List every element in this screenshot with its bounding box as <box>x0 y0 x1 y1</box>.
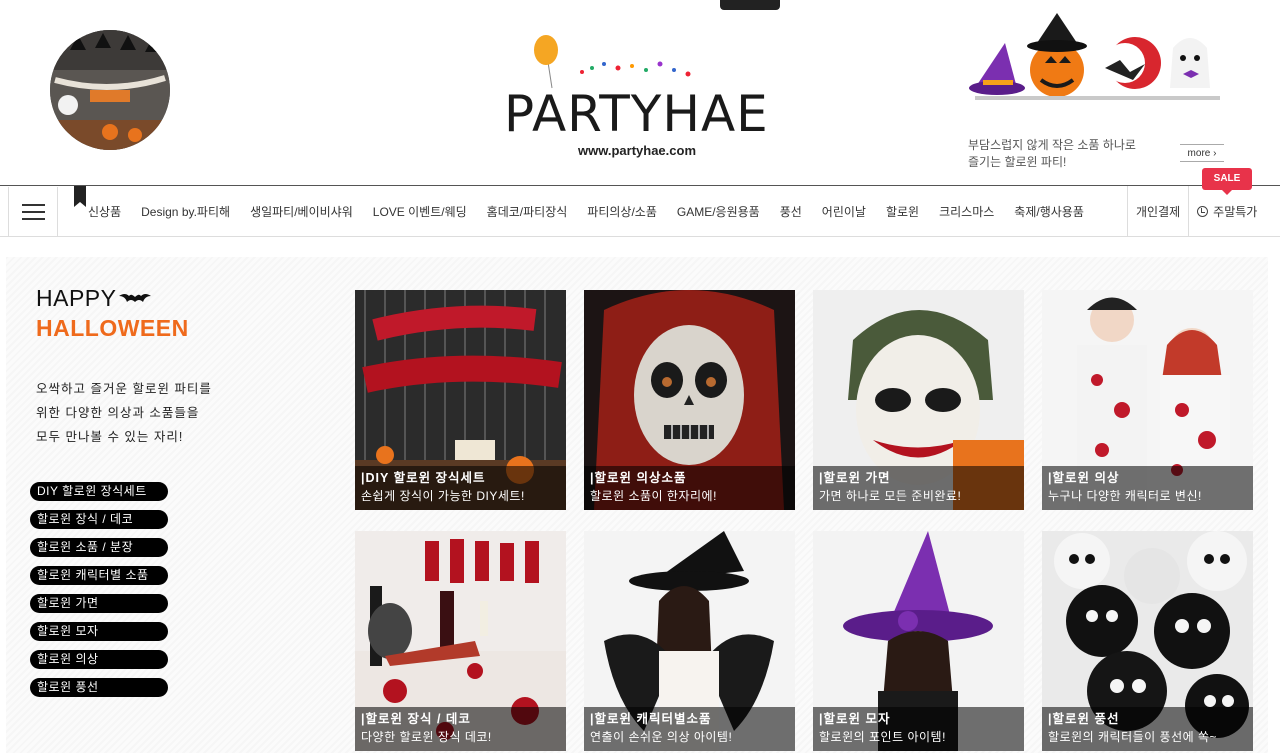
product-subtitle: 할로윈 소품이 한자리에! <box>590 489 717 503</box>
product-caption: |할로윈 장식 / 데코 다양한 할로윈 장식 데코! <box>355 707 566 751</box>
nav-item-design[interactable]: Design by.파티해 <box>131 203 240 220</box>
product-subtitle: 할로윈의 포인트 아이템! <box>819 730 946 744</box>
category-pill-masks[interactable]: 할로윈 가면 <box>30 594 168 613</box>
section-title-line2: HALLOWEEN <box>36 315 189 341</box>
product-title: |할로윈 의상 <box>1048 471 1120 485</box>
section-description-line2: 위한 다양한 의상과 소품들을 <box>36 406 200 420</box>
section-title-line1: HAPPY <box>36 285 117 311</box>
section-description-line1: 오싹하고 즐거운 할로윈 파티를 <box>36 382 212 396</box>
product-caption: |할로윈 의상 누구나 다양한 캐릭터로 변신! <box>1042 466 1253 510</box>
halloween-decor-thumbnail[interactable] <box>50 30 170 150</box>
halloween-hairpin-promo-image[interactable] <box>965 8 1230 118</box>
product-card-hats[interactable]: |할로윈 모자 할로윈의 포인트 아이템! <box>813 531 1024 751</box>
halloween-section: HAPPY HALLOWEEN 오싹하고 즐거운 할로윈 파티를 위한 다양한 … <box>6 257 1268 753</box>
product-caption: |할로윈 모자 할로윈의 포인트 아이템! <box>813 707 1024 751</box>
product-caption: |할로윈 가면 가면 하나로 모든 준비완료! <box>813 466 1024 510</box>
top-toggle-tab[interactable] <box>720 0 780 10</box>
site-logo[interactable]: PARTYHAE www.partyhae.com <box>500 30 780 160</box>
product-subtitle: 할로윈의 캐릭터들이 풍선에 쏙~ <box>1048 730 1218 744</box>
product-title: |할로윈 가면 <box>819 471 891 485</box>
product-card-decor[interactable]: |할로윈 장식 / 데코 다양한 할로윈 장식 데코! <box>355 531 566 751</box>
nav-item-weekend-special-label: 주말특가 <box>1213 204 1258 219</box>
product-caption: |할로윈 풍선 할로윈의 캐릭터들이 풍선에 쏙~ <box>1042 707 1253 751</box>
hamburger-menu-icon[interactable] <box>8 187 58 236</box>
nav-item-childrens-day[interactable]: 어린이날 <box>812 203 876 220</box>
nav-item-homedeco[interactable]: 홈데코/파티장식 <box>477 203 578 220</box>
nav-right-links: 개인결제 주말특가 <box>1127 186 1265 236</box>
section-description: 오싹하고 즐거운 할로윈 파티를 위한 다양한 의상과 소품들을 모두 만나볼 … <box>36 377 286 449</box>
product-subtitle: 손쉽게 장식이 가능한 DIY세트! <box>361 489 525 503</box>
logo-url: www.partyhae.com <box>578 143 696 158</box>
product-subtitle: 연출이 손쉬운 의상 아이템! <box>590 730 733 744</box>
bat-icon <box>119 294 151 302</box>
product-subtitle: 다양한 할로윈 장식 데코! <box>361 730 492 744</box>
nav-item-love[interactable]: LOVE 이벤트/웨딩 <box>363 203 477 220</box>
main-navigation: 신상품 Design by.파티해 생일파티/베이비샤워 LOVE 이벤트/웨딩… <box>0 185 1280 237</box>
product-card-balloons[interactable]: |할로윈 풍선 할로윈의 캐릭터들이 풍선에 쏙~ <box>1042 531 1253 751</box>
category-pill-diy-set[interactable]: DIY 할로윈 장식세트 <box>30 482 168 501</box>
product-card-costumes[interactable]: |할로윈 의상 누구나 다양한 캐릭터로 변신! <box>1042 290 1253 510</box>
product-caption: |할로윈 캐릭터별소품 연출이 손쉬운 의상 아이템! <box>584 707 795 751</box>
nav-item-festival[interactable]: 축제/행사용품 <box>1004 203 1094 220</box>
nav-item-new[interactable]: 신상품 <box>78 203 131 220</box>
product-subtitle: 누구나 다양한 캐릭터로 변신! <box>1048 489 1202 503</box>
nav-item-christmas[interactable]: 크리스마스 <box>929 203 1004 220</box>
product-title: |할로윈 의상소품 <box>590 471 687 485</box>
product-title: |할로윈 캐릭터별소품 <box>590 712 712 726</box>
product-card-character-props[interactable]: |할로윈 캐릭터별소품 연출이 손쉬운 의상 아이템! <box>584 531 795 751</box>
nav-item-costume[interactable]: 파티의상/소품 <box>577 203 667 220</box>
nav-category-list: 신상품 Design by.파티해 생일파티/베이비샤워 LOVE 이벤트/웨딩… <box>78 186 1094 236</box>
sale-badge: SALE <box>1202 168 1252 195</box>
nav-item-personal-payment[interactable]: 개인결제 <box>1127 186 1188 236</box>
category-pill-balloons[interactable]: 할로윈 풍선 <box>30 678 168 697</box>
product-card-diy-set[interactable]: |DIY 할로윈 장식세트 손쉽게 장식이 가능한 DIY세트! <box>355 290 566 510</box>
product-card-masks[interactable]: |할로윈 가면 가면 하나로 모든 준비완료! <box>813 290 1024 510</box>
promo-text-line1: 부담스럽지 않게 작은 소품 하나로 <box>968 138 1136 152</box>
halloween-category-list: DIY 할로윈 장식세트 할로윈 장식 / 데코 할로윈 소품 / 분장 할로윈… <box>30 482 168 706</box>
promo-text-line2: 즐기는 할로윈 파티! <box>968 155 1067 169</box>
clock-icon <box>1197 205 1209 217</box>
product-title: |할로윈 장식 / 데코 <box>361 712 471 726</box>
section-description-line3: 모두 만나볼 수 있는 자리! <box>36 430 184 444</box>
nav-item-halloween[interactable]: 할로윈 <box>876 203 929 220</box>
category-pill-costumes[interactable]: 할로윈 의상 <box>30 650 168 669</box>
promo-text: 부담스럽지 않게 작은 소품 하나로 즐기는 할로윈 파티! <box>968 137 1168 171</box>
category-pill-hats[interactable]: 할로윈 모자 <box>30 622 168 641</box>
more-button[interactable]: more › <box>1180 144 1224 162</box>
product-subtitle: 가면 하나로 모든 준비완료! <box>819 489 962 503</box>
product-caption: |DIY 할로윈 장식세트 손쉽게 장식이 가능한 DIY세트! <box>355 466 566 510</box>
category-pill-decor[interactable]: 할로윈 장식 / 데코 <box>30 510 168 529</box>
product-title: |DIY 할로윈 장식세트 <box>361 471 486 485</box>
product-title: |할로윈 모자 <box>819 712 891 726</box>
nav-item-balloon[interactable]: 풍선 <box>770 203 812 220</box>
category-pill-character-props[interactable]: 할로윈 캐릭터별 소품 <box>30 566 168 585</box>
product-caption: |할로윈 의상소품 할로윈 소품이 한자리에! <box>584 466 795 510</box>
product-title: |할로윈 풍선 <box>1048 712 1120 726</box>
logo-wordmark: PARTYHAE <box>504 85 769 143</box>
nav-item-game[interactable]: GAME/응원용품 <box>667 203 770 220</box>
product-card-costume-props[interactable]: |할로윈 의상소품 할로윈 소품이 한자리에! <box>584 290 795 510</box>
nav-item-birthday[interactable]: 생일파티/베이비샤워 <box>240 203 363 220</box>
site-header: PARTYHAE www.partyhae.com 부담스럽지 않게 작은 소품… <box>0 0 1280 185</box>
category-pill-props[interactable]: 할로윈 소품 / 분장 <box>30 538 168 557</box>
